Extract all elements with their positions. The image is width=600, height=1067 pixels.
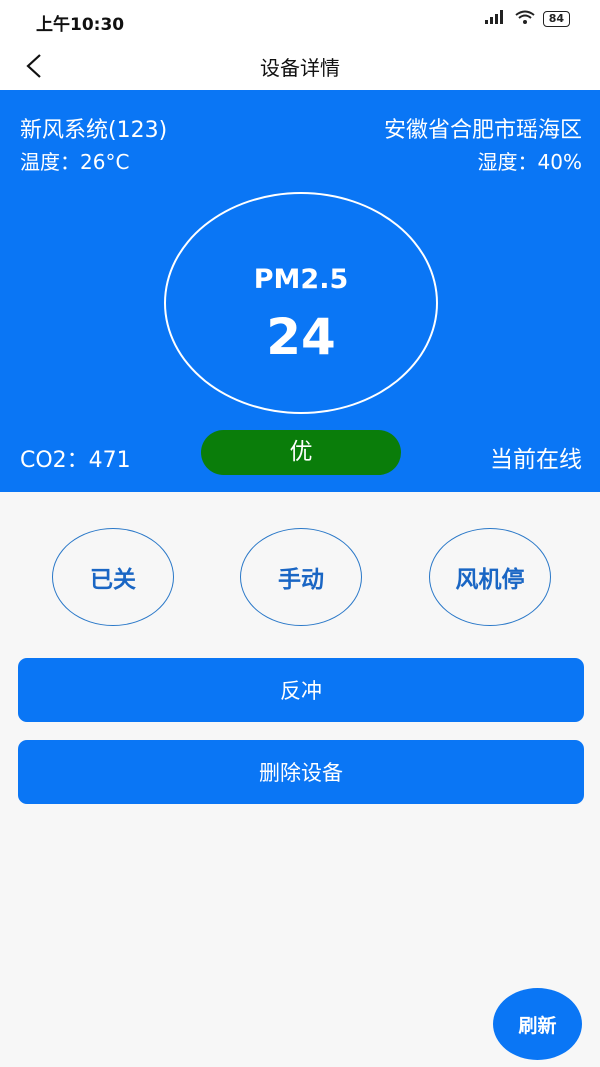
pm25-gauge: PM2.5 24: [164, 192, 438, 414]
power-toggle-button[interactable]: 已关: [52, 528, 174, 626]
nav-bar: 设备详情: [0, 42, 600, 90]
signal-icon: [484, 10, 507, 28]
refresh-button[interactable]: 刷新: [493, 988, 582, 1060]
page-title: 设备详情: [260, 56, 340, 80]
air-quality-badge: 优: [201, 430, 401, 475]
wifi-icon: [515, 10, 535, 28]
status-bar: 上午10:30 84: [0, 0, 600, 42]
pm25-value: 24: [266, 308, 336, 366]
mode-button[interactable]: 手动: [240, 528, 362, 626]
device-name: 新风系统(123): [20, 118, 168, 143]
online-status: 当前在线: [490, 447, 582, 473]
device-location: 安徽省合肥市瑶海区: [383, 118, 582, 143]
device-header: 新风系统(123) 安徽省合肥市瑶海区 温度：26°C 湿度：40% PM2.5…: [0, 90, 600, 492]
co2-readout: CO2：471: [20, 448, 131, 473]
humidity-readout: 湿度：40%: [477, 150, 582, 174]
status-time: 上午10:30: [36, 15, 125, 35]
fan-button[interactable]: 风机停: [429, 528, 551, 626]
backflush-button[interactable]: 反冲: [18, 658, 584, 722]
delete-device-button[interactable]: 删除设备: [18, 740, 584, 804]
pm25-label: PM2.5: [253, 264, 349, 295]
status-icons: 84: [484, 10, 570, 28]
temperature-readout: 温度：26°C: [20, 150, 130, 174]
battery-icon: 84: [542, 11, 570, 27]
